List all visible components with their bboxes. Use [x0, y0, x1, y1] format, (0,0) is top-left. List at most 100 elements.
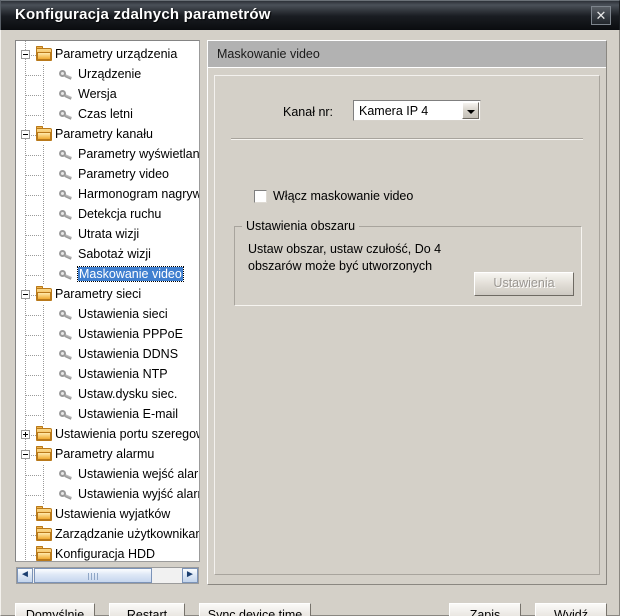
tree-guide [26, 355, 42, 356]
sync-device-time-button[interactable]: Sync device time [199, 603, 311, 616]
wrench-icon [59, 309, 73, 321]
tree-item-label: Sabotaż wizji [78, 247, 151, 261]
tree-item-label: Parametry urządzenia [55, 47, 178, 61]
tree-expand-icon[interactable] [21, 430, 30, 439]
tree-guide [26, 335, 42, 336]
folder-icon [36, 46, 52, 61]
tree-guide [26, 315, 42, 316]
panel-title: Maskowanie video [217, 47, 320, 61]
tree-item-label: Parametry kanału [55, 127, 153, 141]
checkbox-box[interactable] [254, 190, 267, 203]
wrench-icon [59, 369, 73, 381]
chevron-left-icon: ◄ [20, 569, 30, 580]
restart-button[interactable]: Restart [109, 603, 185, 616]
wrench-icon [59, 409, 73, 421]
tree-item[interactable]: Parametry kanału [16, 125, 199, 145]
wrench-icon [59, 349, 73, 361]
tree-item[interactable]: Harmonogram nagrywania [16, 185, 199, 205]
save-button[interactable]: Zapis [449, 603, 521, 616]
tree-collapse-icon[interactable] [21, 290, 30, 299]
tree-item[interactable]: Czas letni [16, 105, 199, 125]
tree-item[interactable]: Konfiguracja HDD [16, 545, 199, 561]
tree-guide [43, 305, 44, 325]
scrollbar-thumb[interactable] [34, 568, 152, 583]
wrench-icon [59, 169, 73, 181]
scroll-left-button[interactable]: ◄ [17, 568, 33, 583]
tree-guide [26, 115, 42, 116]
tree-item[interactable]: Ustawienia DDNS [16, 345, 199, 365]
area-settings-button[interactable]: Ustawienia [474, 272, 574, 296]
tree-item[interactable]: Parametry sieci [16, 285, 199, 305]
area-settings-button-label: Ustawienia [493, 276, 555, 290]
tree-item-label: Parametry video [78, 167, 170, 181]
tree-item[interactable]: Maskowanie video [16, 265, 199, 285]
tree-item-label: Ustawienia DDNS [78, 347, 179, 361]
content-panel: Maskowanie video Kanał nr: Kamera IP 4 W… [207, 40, 607, 585]
channel-label: Kanał nr: [283, 105, 334, 119]
tree-item[interactable]: Zarządzanie użytkownikami [16, 525, 199, 545]
tree-item[interactable]: Ustawienia wyjść alarmowych [16, 485, 199, 505]
area-settings-title: Ustawienia obszaru [242, 219, 360, 233]
save-button-label: Zapis [469, 608, 501, 616]
settings-tree-items: Parametry urządzenia Urządzenie Wersja Czas… [16, 41, 199, 561]
tree-item-label: Parametry alarmu [55, 447, 155, 461]
channel-select[interactable]: Kamera IP 4 [353, 100, 481, 121]
tree-item[interactable]: Ustawienia E-mail [16, 405, 199, 425]
tree-guide [43, 225, 44, 245]
defaults-button[interactable]: Domyślnie [15, 603, 95, 616]
tree-item[interactable]: Ustawienia portu szeregowego [16, 425, 199, 445]
tree-horizontal-scrollbar[interactable]: ◄ ► [16, 567, 199, 584]
tree-guide [26, 475, 42, 476]
folder-icon [36, 286, 52, 301]
exit-button-label: Wyjdź [554, 608, 588, 616]
area-settings-description: Ustaw obszar, ustaw czułość, Do 4 obszar… [248, 242, 442, 273]
tree-item[interactable]: Ustawienia NTP [16, 365, 199, 385]
tree-item-label: Ustawienia PPPoE [78, 327, 183, 341]
folder-icon [36, 506, 52, 521]
tree-guide [43, 365, 44, 385]
tree-item-label: Ustawienia E-mail [78, 407, 179, 421]
enable-mask-label: Włącz maskowanie video [273, 189, 414, 203]
tree-guide [26, 215, 42, 216]
tree-guide [43, 165, 44, 185]
tree-item[interactable]: Parametry alarmu [16, 445, 199, 465]
wrench-icon [59, 249, 73, 261]
tree-item-label: Utrata wizji [78, 227, 140, 241]
tree-collapse-icon[interactable] [21, 450, 30, 459]
tree-item[interactable]: Parametry urządzenia [16, 45, 199, 65]
tree-item[interactable]: Ustaw.dysku siec. [16, 385, 199, 405]
tree-item[interactable]: Ustawienia wejść alarmowych [16, 465, 199, 485]
tree-guide [43, 385, 44, 405]
tree-guide [26, 75, 42, 76]
settings-tree[interactable]: Parametry urządzenia Urządzenie Wersja Czas… [15, 40, 200, 562]
tree-item[interactable]: Ustawienia sieci [16, 305, 199, 325]
tree-item[interactable]: Detekcja ruchu [16, 205, 199, 225]
tree-guide [26, 155, 42, 156]
chevron-down-icon[interactable] [462, 102, 479, 119]
tree-item-label: Ustawienia wyjatków [55, 507, 171, 521]
tree-item[interactable]: Wersja [16, 85, 199, 105]
remote-config-dialog: Konfiguracja zdalnych parametrów ✕ Param… [0, 0, 620, 616]
channel-select-value: Kamera IP 4 [359, 104, 429, 118]
tree-guide [26, 95, 42, 96]
tree-item[interactable]: Parametry wyświetlania [16, 145, 199, 165]
tree-item[interactable]: Urządzenie [16, 65, 199, 85]
tree-item[interactable]: Parametry video [16, 165, 199, 185]
tree-item-label: Ustawienia NTP [78, 367, 168, 381]
tree-guide [26, 175, 42, 176]
tree-collapse-icon[interactable] [21, 130, 30, 139]
exit-button[interactable]: Wyjdź [535, 603, 607, 616]
tree-item[interactable]: Ustawienia PPPoE [16, 325, 199, 345]
tree-collapse-icon[interactable] [21, 50, 30, 59]
tree-item-label: Ustaw.dysku siec. [78, 387, 178, 401]
window-titlebar: Konfiguracja zdalnych parametrów ✕ [0, 0, 620, 30]
wrench-icon [59, 89, 73, 101]
tree-guide [43, 465, 44, 485]
close-button[interactable]: ✕ [591, 6, 611, 25]
wrench-icon [59, 469, 73, 481]
tree-item[interactable]: Ustawienia wyjatków [16, 505, 199, 525]
tree-item[interactable]: Utrata wizji [16, 225, 199, 245]
scroll-right-button[interactable]: ► [182, 568, 198, 583]
defaults-button-label: Domyślnie [25, 608, 85, 616]
tree-item[interactable]: Sabotaż wizji [16, 245, 199, 265]
